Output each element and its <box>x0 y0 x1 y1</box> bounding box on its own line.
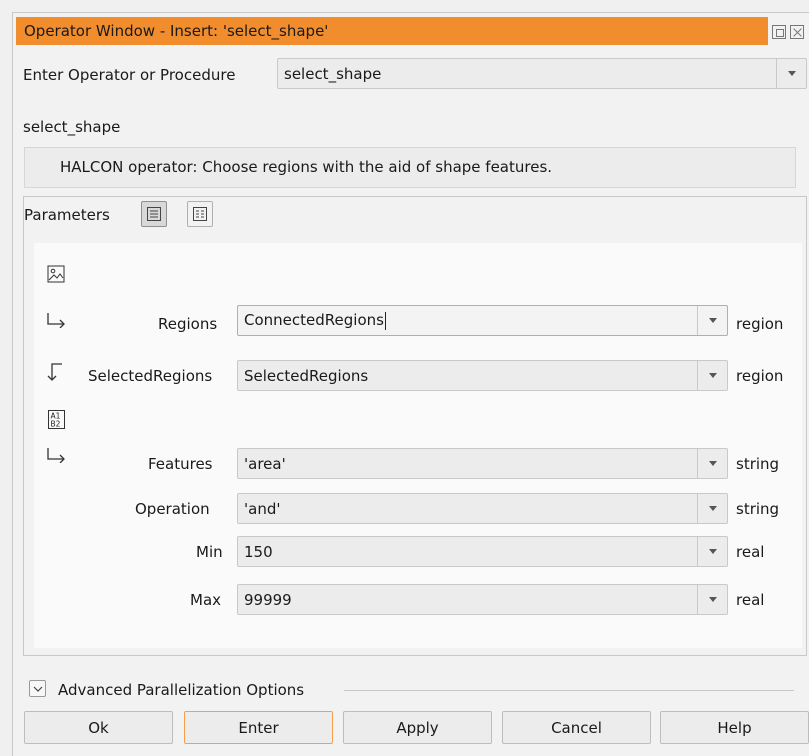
list-view-button[interactable] <box>141 201 167 227</box>
operator-combo[interactable]: select_shape <box>277 58 807 89</box>
param-type-min: real <box>736 543 765 561</box>
chevron-down-icon[interactable] <box>697 449 727 478</box>
param-max-value[interactable]: 99999 <box>238 591 697 609</box>
text-caret <box>384 311 386 330</box>
param-name-features: Features <box>148 455 213 473</box>
control-parameters-icon: A1 B2 <box>48 410 65 429</box>
param-min-combo[interactable]: 150 <box>237 536 728 567</box>
chevron-down-icon[interactable] <box>697 494 727 523</box>
advanced-expand-toggle[interactable] <box>29 680 46 697</box>
chevron-down-icon[interactable] <box>697 537 727 566</box>
grid-view-icon <box>193 207 207 221</box>
chevron-down-icon[interactable] <box>776 59 806 88</box>
window-title: Operator Window - Insert: 'select_shape' <box>16 17 768 45</box>
param-features-value[interactable]: 'area' <box>238 455 697 473</box>
input-arrow-icon <box>47 448 65 463</box>
cancel-button[interactable]: Cancel <box>502 711 651 744</box>
help-button[interactable]: Help <box>660 711 809 744</box>
param-operation-value[interactable]: 'and' <box>238 500 697 518</box>
param-name-operation: Operation <box>135 500 210 518</box>
param-regions-value[interactable]: ConnectedRegions <box>238 311 697 330</box>
output-arrow-icon <box>47 363 62 381</box>
section-name: select_shape <box>23 118 121 136</box>
param-name-max: Max <box>190 591 222 609</box>
param-type-max: real <box>736 591 765 609</box>
param-name-regions: Regions <box>158 315 218 333</box>
chevron-down-icon[interactable] <box>697 361 727 390</box>
apply-button[interactable]: Apply <box>343 711 492 744</box>
divider <box>344 690 794 691</box>
chevron-down-icon[interactable] <box>697 306 727 335</box>
param-features-combo[interactable]: 'area' <box>237 448 728 479</box>
restore-icon[interactable] <box>772 25 786 39</box>
image-objects-icon <box>47 265 65 283</box>
param-type-features: string <box>736 455 780 473</box>
param-name-min: Min <box>196 543 223 561</box>
param-name-selectedregions: SelectedRegions <box>88 367 213 385</box>
chevron-down-icon <box>33 686 42 692</box>
param-type-selectedregions: region <box>736 367 784 385</box>
close-icon[interactable] <box>790 25 804 39</box>
operator-label: Enter Operator or Procedure <box>23 66 236 84</box>
param-operation-combo[interactable]: 'and' <box>237 493 728 524</box>
param-regions-combo[interactable]: ConnectedRegions <box>237 305 728 336</box>
param-type-operation: string <box>736 500 780 518</box>
description-text: HALCON operator: Choose regions with the… <box>60 158 553 176</box>
param-regions-value-text: ConnectedRegions <box>244 311 384 330</box>
grid-view-button[interactable] <box>187 201 213 227</box>
title-bar-controls <box>772 21 804 43</box>
list-view-icon <box>147 207 161 221</box>
param-selectedregions-value[interactable]: SelectedRegions <box>238 367 697 385</box>
param-min-value[interactable]: 150 <box>238 543 697 561</box>
param-type-regions: region <box>736 315 784 333</box>
enter-button[interactable]: Enter <box>184 711 333 744</box>
operator-value[interactable]: select_shape <box>278 65 776 83</box>
param-selectedregions-combo[interactable]: SelectedRegions <box>237 360 728 391</box>
chevron-down-icon[interactable] <box>697 585 727 614</box>
ok-button[interactable]: Ok <box>24 711 173 744</box>
param-max-combo[interactable]: 99999 <box>237 584 728 615</box>
svg-text:B2: B2 <box>51 420 61 429</box>
advanced-options-label: Advanced Parallelization Options <box>58 681 305 699</box>
input-arrow-icon <box>47 313 65 328</box>
parameters-label: Parameters <box>24 204 114 226</box>
